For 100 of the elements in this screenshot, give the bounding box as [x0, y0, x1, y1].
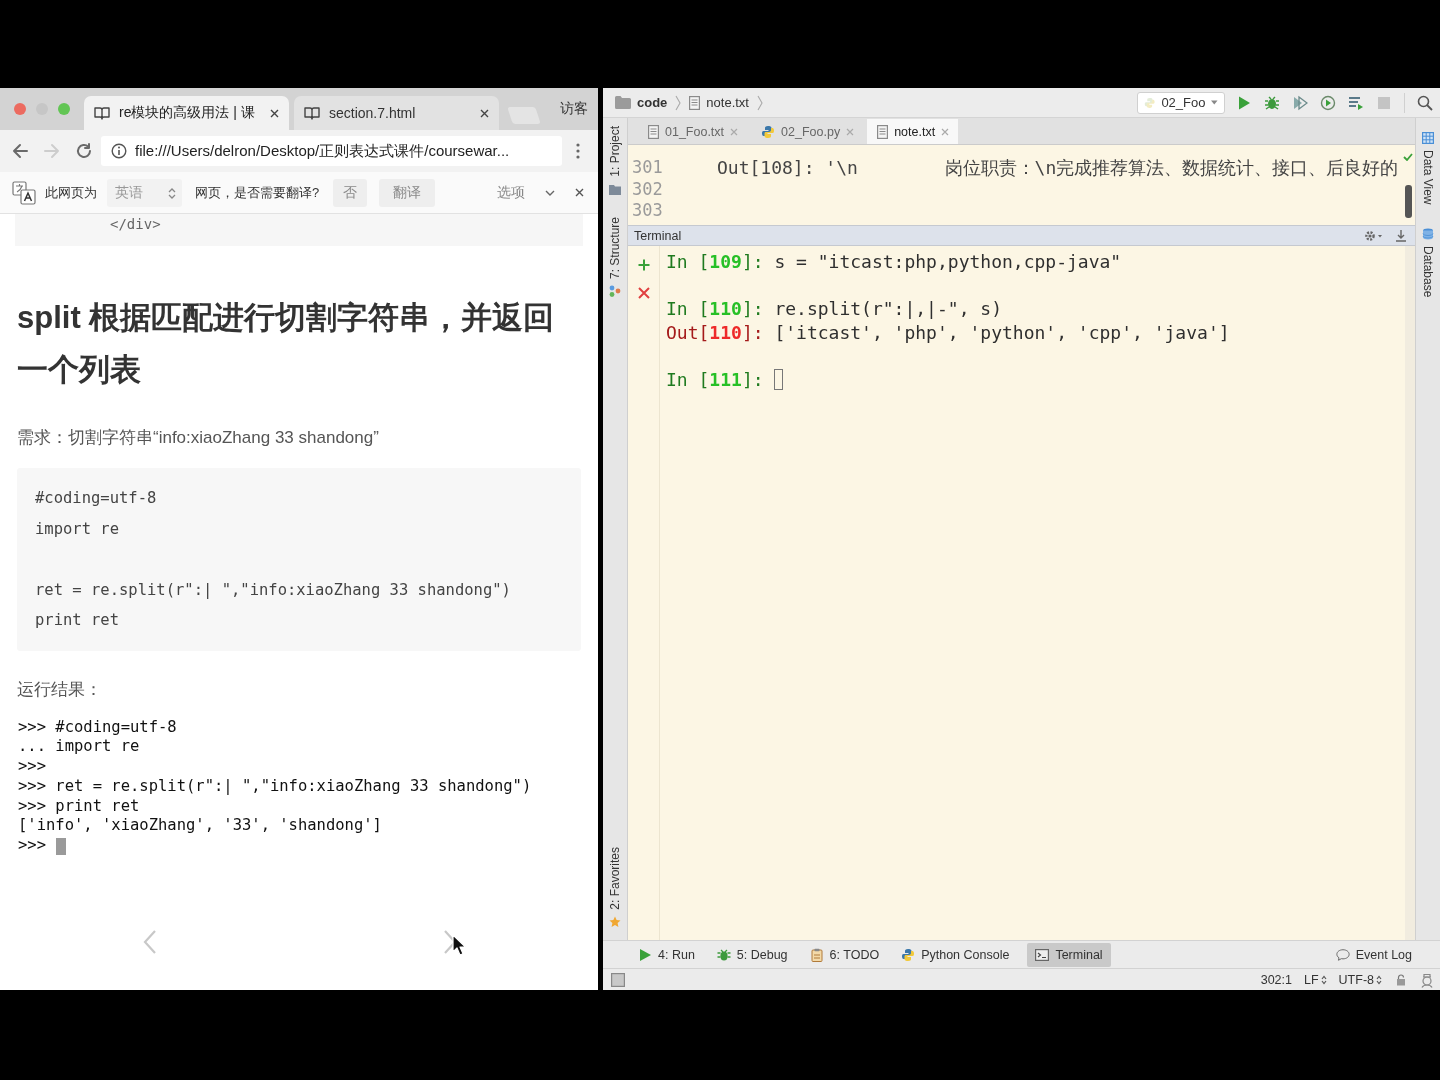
- encoding-selector[interactable]: UTF-8: [1338, 972, 1382, 987]
- close-icon[interactable]: [480, 108, 489, 118]
- hide-panel-icon[interactable]: [1395, 228, 1407, 243]
- updown-icon: [1320, 974, 1327, 985]
- bug-icon[interactable]: [1264, 94, 1280, 111]
- tool-window-tab[interactable]: 4: Run: [630, 942, 703, 967]
- add-icon[interactable]: [637, 259, 650, 271]
- panel-title: Terminal: [634, 228, 682, 243]
- settings-icon[interactable]: [1363, 228, 1383, 243]
- back-arrow-icon[interactable]: [11, 142, 29, 160]
- line-number: 302: [632, 178, 663, 200]
- close-icon[interactable]: [575, 188, 584, 197]
- text-file-icon: [648, 124, 659, 139]
- line-number: 301: [632, 157, 663, 179]
- person-icon[interactable]: [1420, 971, 1434, 988]
- code-line: #coding=utf-8: [35, 489, 157, 507]
- scrollbar-thumb[interactable]: [1404, 185, 1412, 218]
- profile-button[interactable]: 访客: [560, 100, 588, 118]
- updown-icon: [168, 186, 176, 199]
- line-separator-selector[interactable]: LF: [1304, 972, 1327, 987]
- clipboard-icon: [809, 947, 824, 962]
- caret-icon: [1211, 100, 1218, 105]
- code-line: </div>: [110, 216, 161, 232]
- python-icon: [1144, 95, 1156, 110]
- code-line: print ret: [35, 611, 119, 629]
- star-icon: [609, 916, 621, 928]
- terminal-line: In [110]: re.split(r":|,|-", s): [666, 297, 1002, 321]
- info-icon[interactable]: [111, 143, 127, 159]
- database-icon: [1422, 228, 1434, 241]
- breadcrumb[interactable]: code: [637, 95, 668, 110]
- text-file-icon: [877, 124, 889, 139]
- breadcrumb[interactable]: note.txt: [706, 95, 749, 110]
- run-icon[interactable]: [1236, 94, 1252, 111]
- line-number: 303: [632, 200, 663, 222]
- tool-window-tab[interactable]: 6: TODO: [801, 942, 888, 967]
- updown-icon: [1376, 974, 1382, 985]
- translate-question: 网页，是否需要翻译?: [195, 183, 320, 202]
- browser-tab[interactable]: re模块的高级用法 | 课: [84, 96, 289, 130]
- editor-tab[interactable]: note.txt: [867, 119, 959, 144]
- python-icon: [901, 947, 916, 962]
- event-log-button[interactable]: Event Log: [1335, 947, 1412, 962]
- console-line: >>>: [18, 836, 46, 857]
- python-icon: [761, 124, 776, 139]
- book-icon: [304, 106, 320, 120]
- chevron-down-icon: [545, 189, 555, 196]
- address-field[interactable]: file:///Users/delron/Desktop/正则表达式课件/coursewar...: [101, 136, 562, 166]
- tool-window-button[interactable]: 1: Project: [608, 126, 622, 195]
- chevron-right-icon: [675, 94, 682, 111]
- tool-window-tab[interactable]: Terminal: [1027, 942, 1111, 967]
- browser-tab[interactable]: section.7.html: [294, 96, 499, 130]
- console-line: ... import re: [18, 737, 140, 758]
- caret-position[interactable]: 302:1: [1260, 972, 1292, 987]
- section-heading: split 根据匹配进行切割字符串，并返回一个列表: [17, 299, 556, 389]
- folder-icon: [615, 96, 631, 109]
- folder-icon: [609, 182, 621, 195]
- bug-icon: [716, 947, 731, 962]
- lock-icon[interactable]: [1396, 973, 1406, 986]
- tool-window-tab[interactable]: 5: Debug: [708, 942, 796, 967]
- tool-window-button[interactable]: 7: Structure: [608, 216, 622, 297]
- console-line: >>> #coding=utf-8: [18, 717, 177, 738]
- previous-page-icon[interactable]: [142, 929, 158, 956]
- code-line: Out[108]: '\n 岗位职责：\n完成推荐算法、数据统计、接口、后良好的: [717, 157, 1399, 178]
- profiler-icon[interactable]: [1320, 94, 1336, 111]
- table-icon: [1422, 132, 1434, 144]
- terminal-line: In [109]: s = "itcast:php,python,cpp-java": [666, 250, 1122, 274]
- editor-tab[interactable]: 02_Foo.py: [751, 119, 864, 144]
- tool-window-button[interactable]: 2: Favorites: [608, 847, 622, 928]
- tool-window-button[interactable]: Database: [1421, 228, 1435, 298]
- console-line: ['info', 'xiaoZhang', '33', 'shandong']: [18, 816, 382, 837]
- window-close-icon[interactable]: [14, 103, 26, 115]
- tool-window-button[interactable]: Data View: [1421, 132, 1435, 205]
- close-icon[interactable]: [637, 287, 650, 299]
- terminal-icon: [1035, 947, 1050, 962]
- list-run-icon[interactable]: [1348, 94, 1364, 111]
- terminal-line: In [111]:: [666, 367, 764, 391]
- speech-bubble-icon: [1335, 947, 1350, 962]
- console-line: >>>: [18, 757, 46, 777]
- code-line: ret = re.split(r":| ","info:xiaoZhang 33 shandong"): [35, 580, 511, 599]
- tool-windows-toggle-icon[interactable]: [611, 972, 625, 987]
- check-icon: [1403, 153, 1413, 161]
- result-label: 运行结果：: [17, 678, 103, 701]
- scrollbar-track[interactable]: [1405, 246, 1415, 940]
- translate-icon: [12, 180, 36, 205]
- terminal-line: Out[110]: ['itcast', 'php', 'python', 'cpp', 'java']: [666, 320, 1230, 344]
- tool-window-tab[interactable]: Python Console: [893, 942, 1018, 967]
- console-line: >>> print ret: [18, 796, 140, 817]
- mouse-pointer-icon: [452, 934, 466, 956]
- book-icon: [94, 106, 110, 120]
- search-icon[interactable]: [1417, 94, 1433, 111]
- reload-icon[interactable]: [75, 142, 93, 160]
- options-dropdown[interactable]: 选项: [497, 183, 555, 202]
- run-config-dropdown[interactable]: 02_Foo: [1137, 91, 1225, 114]
- close-icon[interactable]: [270, 108, 279, 118]
- console-line: >>> ret = re.split(r":| ","info:xiaoZhang 33 shandong"): [18, 776, 532, 797]
- run-icon: [638, 947, 652, 962]
- coverage-icon[interactable]: [1292, 94, 1308, 111]
- structure-icon: [609, 284, 621, 297]
- translate-prompt: 此网页为: [45, 183, 97, 202]
- editor-tab[interactable]: 01_Foo.txt: [638, 119, 748, 144]
- menu-icon[interactable]: [576, 143, 580, 159]
